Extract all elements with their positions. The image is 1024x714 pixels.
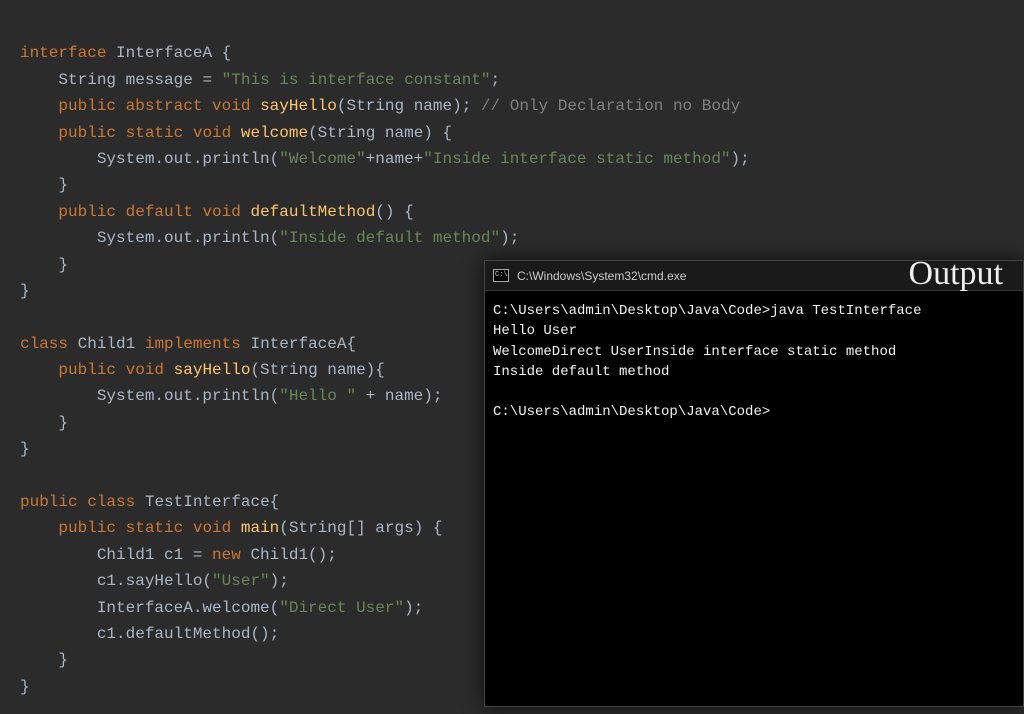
- kw-public: public: [58, 97, 116, 115]
- kw-public: public: [20, 493, 78, 511]
- cmd-line: Hello User: [493, 323, 577, 339]
- stmt: Child1 c1 =: [97, 546, 212, 564]
- cmd-icon: [493, 269, 509, 282]
- brace-open: {: [270, 493, 280, 511]
- call: c1.sayHello(: [97, 572, 212, 590]
- call: System.out.println(: [97, 150, 279, 168]
- cmd-line: C:\Users\admin\Desktop\Java\Code>: [493, 404, 770, 420]
- class-name: TestInterface: [145, 493, 270, 511]
- params: (String[] args) {: [279, 519, 442, 537]
- string-literal: "This is interface constant": [222, 71, 491, 89]
- call-end: );: [500, 229, 519, 247]
- method-name: sayHello: [174, 361, 251, 379]
- call: System.out.println(: [97, 387, 279, 405]
- kw-public: public: [58, 203, 116, 221]
- kw-class: class: [87, 493, 135, 511]
- brace-close: }: [20, 678, 30, 696]
- call-end: );: [404, 599, 423, 617]
- brace-close: }: [58, 176, 68, 194]
- cmd-line: WelcomeDirect UserInside interface stati…: [493, 344, 896, 360]
- kw-public: public: [58, 361, 116, 379]
- class-name: InterfaceA: [116, 44, 212, 62]
- kw-void: void: [126, 361, 164, 379]
- cmd-title: C:\Windows\System32\cmd.exe: [517, 269, 686, 283]
- eq: =: [202, 71, 212, 89]
- string-literal: "User": [212, 572, 270, 590]
- method-name: welcome: [241, 124, 308, 142]
- kw-static: static: [126, 124, 184, 142]
- kw-new: new: [212, 546, 241, 564]
- brace-open: {: [346, 335, 356, 353]
- brace-close: }: [58, 256, 68, 274]
- brace-close: }: [58, 414, 68, 432]
- interface-name: InterfaceA: [250, 335, 346, 353]
- command-prompt-window[interactable]: C:\Windows\System32\cmd.exe Output C:\Us…: [484, 260, 1024, 707]
- string-literal: "Welcome": [279, 150, 365, 168]
- kw-void: void: [212, 97, 250, 115]
- string-literal: "Direct User": [279, 599, 404, 617]
- call: System.out.println(: [97, 229, 279, 247]
- type: String: [58, 71, 116, 89]
- kw-static: static: [126, 519, 184, 537]
- call: InterfaceA.welcome(: [97, 599, 279, 617]
- params: () {: [375, 203, 413, 221]
- kw-void: void: [202, 203, 240, 221]
- kw-default: default: [126, 203, 193, 221]
- concat: +name+: [366, 150, 424, 168]
- brace-close: }: [20, 282, 30, 300]
- brace-close: }: [20, 440, 30, 458]
- kw-implements: implements: [145, 335, 241, 353]
- kw-class: class: [20, 335, 68, 353]
- method-name: main: [241, 519, 279, 537]
- ident: message: [126, 71, 193, 89]
- method-name: sayHello: [260, 97, 337, 115]
- semi: ;: [491, 71, 501, 89]
- kw-abstract: abstract: [126, 97, 203, 115]
- params: (String name): [337, 97, 462, 115]
- ctor: Child1();: [241, 546, 337, 564]
- kw-void: void: [193, 519, 231, 537]
- kw-interface: interface: [20, 44, 106, 62]
- method-name: defaultMethod: [250, 203, 375, 221]
- params: (String name) {: [308, 124, 452, 142]
- string-literal: "Inside default method": [279, 229, 500, 247]
- cmd-titlebar[interactable]: C:\Windows\System32\cmd.exe Output: [485, 261, 1023, 291]
- string-literal: "Inside interface static method": [423, 150, 730, 168]
- call: c1.defaultMethod();: [97, 625, 279, 643]
- concat: + name);: [356, 387, 442, 405]
- output-label: Output: [909, 255, 1003, 293]
- kw-public: public: [58, 519, 116, 537]
- brace-close: }: [58, 651, 68, 669]
- kw-void: void: [193, 124, 231, 142]
- semi: ;: [462, 97, 472, 115]
- comment: // Only Declaration no Body: [481, 97, 740, 115]
- call-end: );: [731, 150, 750, 168]
- cmd-line: C:\Users\admin\Desktop\Java\Code>java Te…: [493, 303, 921, 319]
- class-name: Child1: [78, 335, 136, 353]
- params: (String name){: [250, 361, 384, 379]
- string-literal: "Hello ": [279, 387, 356, 405]
- cmd-output[interactable]: C:\Users\admin\Desktop\Java\Code>java Te…: [485, 291, 1023, 433]
- cmd-line: Inside default method: [493, 364, 669, 380]
- call-end: );: [270, 572, 289, 590]
- brace-open: {: [222, 44, 232, 62]
- kw-public: public: [58, 124, 116, 142]
